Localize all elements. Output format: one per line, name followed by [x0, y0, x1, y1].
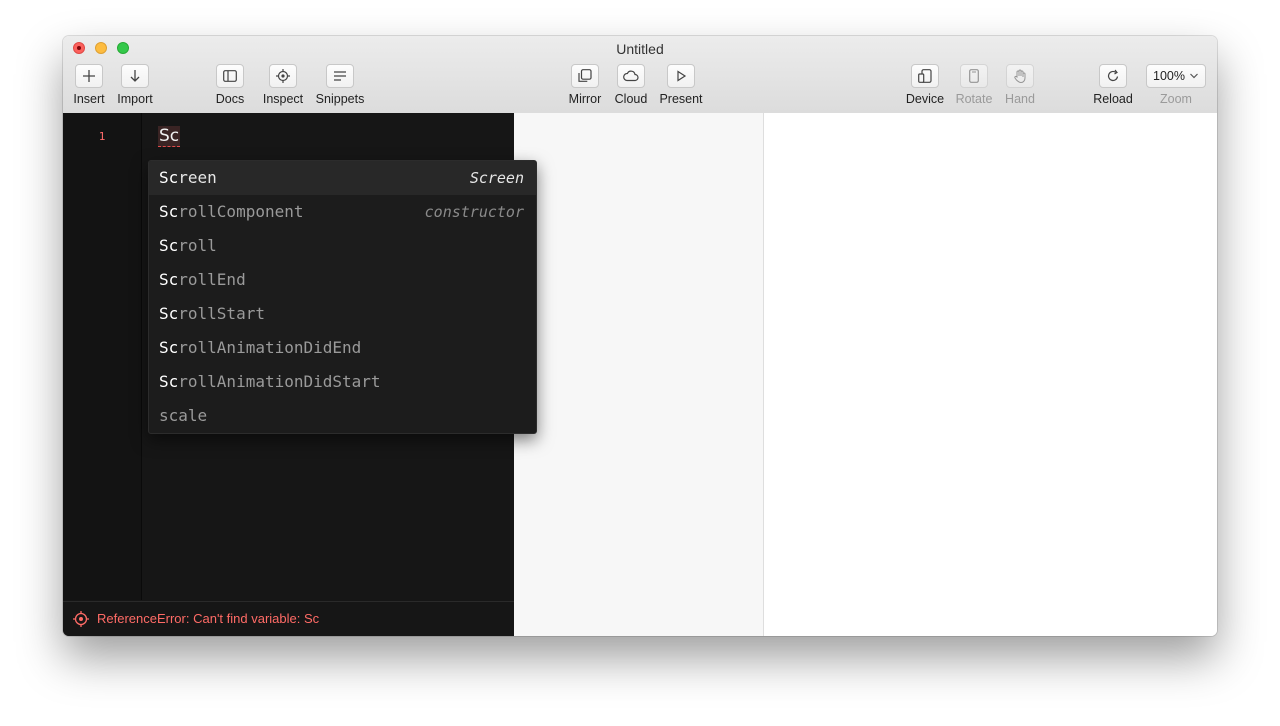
device-label: Device — [905, 92, 945, 106]
error-message: ReferenceError: Can't find variable: Sc — [97, 611, 320, 626]
match-rest: reen — [178, 168, 217, 187]
snippets-tool[interactable]: Snippets — [313, 64, 367, 108]
rotate-tool[interactable]: Rotate — [953, 64, 995, 108]
arrow-down-icon — [130, 70, 140, 82]
copy-icon — [578, 69, 592, 82]
inspect-label: Inspect — [262, 92, 304, 106]
reload-icon — [1107, 69, 1119, 82]
match-rest: rollComponent — [178, 202, 304, 221]
reload-tool[interactable]: Reload — [1090, 64, 1136, 108]
error-status-bar: ReferenceError: Can't find variable: Sc — [63, 601, 514, 636]
inspect-tool[interactable]: Inspect — [259, 64, 307, 108]
device-tool[interactable]: Device — [903, 64, 947, 108]
hand-icon — [1014, 69, 1026, 83]
inspect-button[interactable] — [269, 64, 297, 88]
present-label: Present — [659, 92, 703, 106]
cloud-label: Cloud — [614, 92, 648, 106]
plus-icon — [83, 70, 95, 82]
autocomplete-item[interactable]: ScrollStart — [149, 297, 536, 331]
mirror-tool[interactable]: Mirror — [565, 64, 605, 108]
match-rest: rollAnimationDidEnd — [178, 338, 362, 357]
autocomplete-popup: Screen Screen ScrollComponent constructo… — [148, 160, 537, 434]
docs-button[interactable] — [216, 64, 244, 88]
crosshair-error-icon — [73, 611, 89, 627]
autocomplete-item[interactable]: Screen Screen — [149, 161, 536, 195]
insert-tool[interactable]: Insert — [69, 64, 109, 108]
match-rest: scale — [159, 406, 208, 425]
present-tool[interactable]: Present — [655, 64, 707, 108]
hand-label: Hand — [1005, 92, 1035, 106]
autocomplete-item[interactable]: ScrollAnimationDidStart — [149, 365, 536, 399]
window-title: Untitled — [616, 41, 664, 57]
match-prefix: Sc — [159, 202, 179, 221]
hand-button[interactable] — [1006, 64, 1034, 88]
match-prefix: Sc — [159, 338, 179, 357]
chevron-down-icon — [1189, 65, 1199, 94]
item-hint: constructor — [424, 203, 524, 221]
import-button[interactable] — [121, 64, 149, 88]
zoom-label: Zoom — [1160, 92, 1192, 106]
import-tool[interactable]: Import — [115, 64, 155, 108]
autocomplete-item[interactable]: ScrollComponent constructor — [149, 195, 536, 229]
snippets-button[interactable] — [326, 64, 354, 88]
cloud-button[interactable] — [617, 64, 645, 88]
insert-label: Insert — [73, 92, 105, 106]
autocomplete-item[interactable]: ScrollAnimationDidEnd — [149, 331, 536, 365]
match-prefix: Sc — [159, 304, 179, 323]
line-gutter: 1 — [63, 113, 142, 600]
item-hint: Screen — [469, 169, 524, 187]
insert-button[interactable] — [75, 64, 103, 88]
reload-label: Reload — [1093, 92, 1133, 106]
match-rest: rollStart — [178, 304, 265, 323]
match-prefix: Sc — [159, 270, 179, 289]
crosshair-icon — [276, 69, 290, 83]
play-icon — [677, 70, 687, 82]
autocomplete-item[interactable]: scale — [149, 399, 536, 433]
line-number: 1 — [98, 130, 106, 143]
zoom-select[interactable]: 100% — [1146, 64, 1206, 88]
hand-tool[interactable]: Hand — [1000, 64, 1040, 108]
match-rest: rollAnimationDidStart — [178, 372, 381, 391]
device-icon — [918, 69, 932, 83]
match-prefix: Sc — [159, 168, 179, 187]
rotate-label: Rotate — [955, 92, 993, 106]
mirror-label: Mirror — [568, 92, 602, 106]
match-rest: roll — [178, 236, 217, 255]
docs-label: Docs — [215, 92, 245, 106]
autocomplete-item[interactable]: Scroll — [149, 229, 536, 263]
code-token-error[interactable]: Sc — [158, 126, 181, 147]
autocomplete-item[interactable]: ScrollEnd — [149, 263, 536, 297]
snippets-label: Snippets — [315, 92, 365, 106]
docs-tool[interactable]: Docs — [210, 64, 250, 108]
zoom-tool[interactable]: 100% Zoom — [1146, 64, 1206, 108]
rotate-button[interactable] — [960, 64, 988, 88]
match-prefix: Sc — [159, 372, 179, 391]
mirror-button[interactable] — [571, 64, 599, 88]
sidebar-icon — [223, 70, 237, 82]
text-lines-icon — [334, 71, 346, 81]
cloud-icon — [623, 70, 639, 82]
phone-icon — [969, 69, 979, 83]
reload-button[interactable] — [1099, 64, 1127, 88]
match-rest: rollEnd — [178, 270, 246, 289]
import-label: Import — [117, 92, 153, 106]
device-button[interactable] — [911, 64, 939, 88]
present-button[interactable] — [667, 64, 695, 88]
title-bar: Untitled Insert Import Docs Inspect Snip… — [63, 36, 1217, 114]
preview-panel-right[interactable] — [764, 113, 1217, 636]
cloud-tool[interactable]: Cloud — [611, 64, 651, 108]
match-prefix: Sc — [159, 236, 179, 255]
preview-panel-left[interactable] — [514, 113, 764, 636]
zoom-value: 100% — [1153, 69, 1185, 83]
